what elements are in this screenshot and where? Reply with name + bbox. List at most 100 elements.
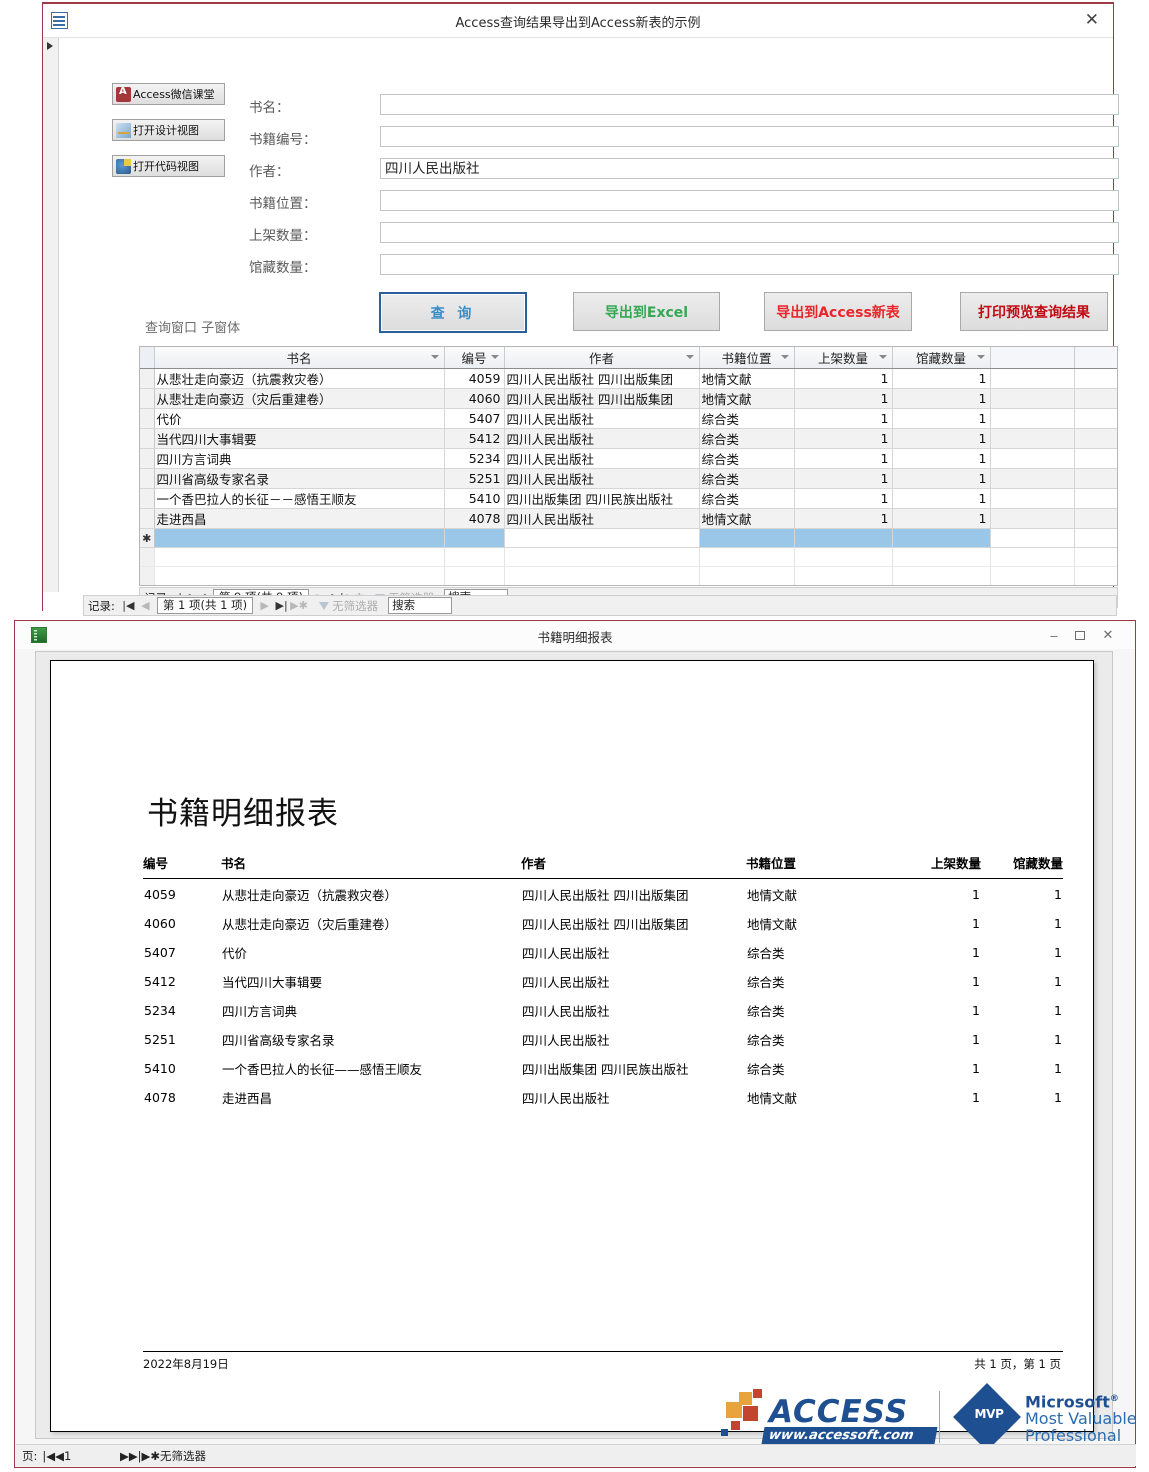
row-selector[interactable] xyxy=(140,508,155,529)
cell-blank1[interactable] xyxy=(990,448,1075,469)
form-previous-record-button[interactable]: ◀ xyxy=(137,599,154,612)
cell-author[interactable]: 四川人民出版社 xyxy=(504,408,700,429)
page-new-button[interactable]: ▶✱ xyxy=(142,1449,160,1463)
cell-blank2[interactable] xyxy=(1074,388,1117,409)
col-header-code[interactable]: 编号 xyxy=(444,347,505,369)
chevron-down-icon[interactable] xyxy=(878,355,887,359)
cell-code[interactable]: 4078 xyxy=(444,508,505,529)
cell-stock[interactable]: 1 xyxy=(892,388,991,409)
cell-blank2[interactable] xyxy=(1074,368,1117,389)
form-search-input[interactable]: 搜索 xyxy=(388,597,453,614)
row-selector[interactable] xyxy=(140,368,155,389)
author-input[interactable]: 四川人民出版社 xyxy=(380,158,1119,179)
cell-location[interactable]: 综合类 xyxy=(699,488,795,509)
cell-blank1[interactable] xyxy=(990,488,1075,509)
cell-shelf[interactable]: 1 xyxy=(794,408,893,429)
cell-blank1[interactable] xyxy=(990,368,1075,389)
row-selector[interactable] xyxy=(140,428,155,449)
new-record-cell[interactable] xyxy=(504,528,700,548)
table-row[interactable]: 四川省高级专家名录 5251 四川人民出版社 综合类 1 1 xyxy=(140,468,1117,489)
cell-title[interactable]: 四川省高级专家名录 xyxy=(154,468,445,489)
new-record-cell[interactable] xyxy=(990,528,1075,548)
cell-author[interactable]: 四川人民出版社 xyxy=(504,468,700,489)
cell-stock[interactable]: 1 xyxy=(892,468,991,489)
row-selector[interactable] xyxy=(140,468,155,489)
new-record-cell[interactable] xyxy=(444,528,505,548)
form-first-record-button[interactable]: |◀ xyxy=(120,599,137,612)
book-title-input[interactable] xyxy=(380,94,1119,115)
close-icon[interactable]: ✕ xyxy=(1085,10,1099,30)
cell-title[interactable]: 一个香巴拉人的长征－－感悟王顺友 xyxy=(154,488,445,509)
cell-blank1[interactable] xyxy=(990,428,1075,449)
cell-location[interactable]: 综合类 xyxy=(699,448,795,469)
cell-shelf[interactable]: 1 xyxy=(794,508,893,529)
query-button[interactable]: 查 询 xyxy=(379,292,527,333)
cell-code[interactable]: 5412 xyxy=(444,428,505,449)
cell-blank2[interactable] xyxy=(1074,408,1117,429)
table-row[interactable]: 当代四川大事辑要 5412 四川人民出版社 综合类 1 1 xyxy=(140,428,1117,449)
new-record-cell[interactable] xyxy=(154,528,445,548)
table-row[interactable]: 代价 5407 四川人民出版社 综合类 1 1 xyxy=(140,408,1117,429)
row-selector[interactable] xyxy=(140,448,155,469)
export-to-access-table-button[interactable]: 导出到Access新表 xyxy=(764,292,912,331)
table-row[interactable]: 一个香巴拉人的长征－－感悟王顺友 5410 四川出版集团 四川民族出版社 综合类 1 1 xyxy=(140,488,1117,509)
cell-stock[interactable]: 1 xyxy=(892,508,991,529)
chevron-down-icon[interactable] xyxy=(976,355,985,359)
cell-title[interactable]: 走进西昌 xyxy=(154,508,445,529)
cell-stock[interactable]: 1 xyxy=(892,428,991,449)
col-header-stock[interactable]: 馆藏数量 xyxy=(892,347,991,369)
cell-code[interactable]: 5407 xyxy=(444,408,505,429)
form-filter-status[interactable]: 无筛选器 xyxy=(319,598,378,614)
cell-title[interactable]: 当代四川大事辑要 xyxy=(154,428,445,449)
cell-shelf[interactable]: 1 xyxy=(794,448,893,469)
cell-author[interactable]: 四川人民出版社 xyxy=(504,448,700,469)
cell-blank2[interactable] xyxy=(1074,448,1117,469)
cell-shelf[interactable]: 1 xyxy=(794,388,893,409)
new-record-cell[interactable] xyxy=(794,528,893,548)
select-all-corner[interactable] xyxy=(140,347,155,369)
form-new-record-button[interactable]: ▶✱ xyxy=(290,599,308,612)
cell-stock[interactable]: 1 xyxy=(892,488,991,509)
shelf-qty-input[interactable] xyxy=(380,222,1119,243)
cell-author[interactable]: 四川出版集团 四川民族出版社 xyxy=(504,488,700,509)
cell-location[interactable]: 综合类 xyxy=(699,428,795,449)
cell-blank1[interactable] xyxy=(990,508,1075,529)
cell-shelf[interactable]: 1 xyxy=(794,368,893,389)
chevron-down-icon[interactable] xyxy=(685,355,694,359)
chevron-down-icon[interactable] xyxy=(490,355,499,359)
cell-author[interactable]: 四川人民出版社 xyxy=(504,508,700,529)
table-row[interactable]: 四川方言词典 5234 四川人民出版社 综合类 1 1 xyxy=(140,448,1117,469)
cell-stock[interactable]: 1 xyxy=(892,408,991,429)
cell-code[interactable]: 4060 xyxy=(444,388,505,409)
cell-location[interactable]: 综合类 xyxy=(699,408,795,429)
new-record-cell[interactable] xyxy=(892,528,991,548)
page-number-input[interactable]: 1 xyxy=(64,1449,120,1463)
cell-location[interactable]: 地情文献 xyxy=(699,368,795,389)
new-record-row[interactable]: ✱ xyxy=(140,528,1117,548)
row-selector[interactable] xyxy=(140,488,155,509)
cell-location[interactable]: 综合类 xyxy=(699,468,795,489)
cell-location[interactable]: 地情文献 xyxy=(699,388,795,409)
print-preview-button[interactable]: 打印预览查询结果 xyxy=(960,292,1108,331)
table-row[interactable]: 从悲壮走向豪迈（抗震救灾卷） 4059 四川人民出版社 四川出版集团 地情文献 1 1 xyxy=(140,368,1117,389)
export-to-excel-button[interactable]: 导出到Excel xyxy=(573,292,720,331)
cell-blank2[interactable] xyxy=(1074,428,1117,449)
chevron-down-icon[interactable] xyxy=(780,355,789,359)
cell-location[interactable]: 地情文献 xyxy=(699,508,795,529)
book-location-input[interactable] xyxy=(380,190,1119,211)
page-last-button[interactable]: ▶| xyxy=(129,1449,142,1463)
results-datasheet[interactable]: 书名 编号 作者 书籍位置 上架数量 馆藏数量 从悲壮走向豪迈（抗震救灾卷） 40… xyxy=(139,346,1118,586)
minimize-icon[interactable]: – xyxy=(1043,625,1065,645)
cell-title[interactable]: 从悲壮走向豪迈（抗震救灾卷） xyxy=(154,368,445,389)
row-selector[interactable] xyxy=(140,388,155,409)
cell-blank1[interactable] xyxy=(990,468,1075,489)
form-last-record-button[interactable]: ▶| xyxy=(273,599,290,612)
cell-shelf[interactable]: 1 xyxy=(794,428,893,449)
cell-title[interactable]: 代价 xyxy=(154,408,445,429)
cell-stock[interactable]: 1 xyxy=(892,368,991,389)
col-header-shelf[interactable]: 上架数量 xyxy=(794,347,893,369)
cell-blank2[interactable] xyxy=(1074,468,1117,489)
page-first-button[interactable]: |◀ xyxy=(42,1449,55,1463)
table-row[interactable]: 从悲壮走向豪迈（灾后重建卷） 4060 四川人民出版社 四川出版集团 地情文献 1 1 xyxy=(140,388,1117,409)
cell-code[interactable]: 4059 xyxy=(444,368,505,389)
